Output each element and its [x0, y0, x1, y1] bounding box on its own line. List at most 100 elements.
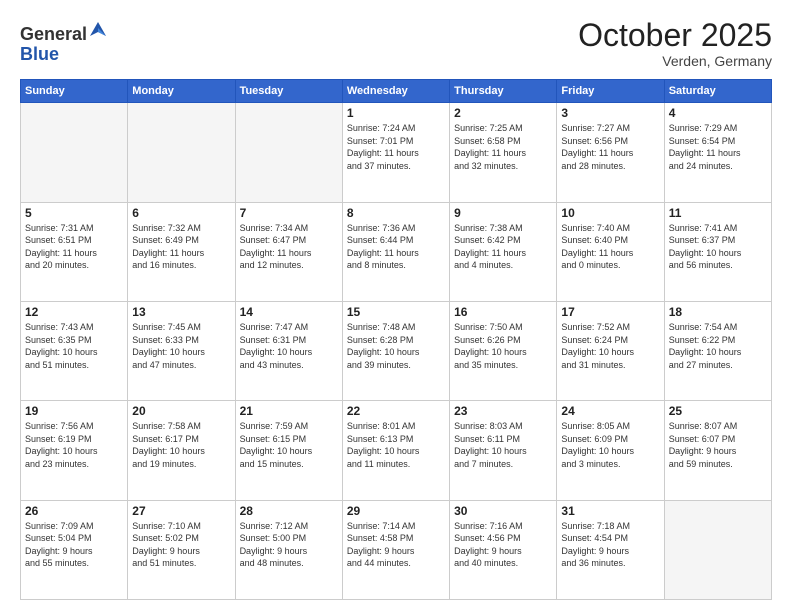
- day-info: Sunrise: 7:16 AM Sunset: 4:56 PM Dayligh…: [454, 520, 552, 570]
- week-row-1: 5 Sunrise: 7:31 AM Sunset: 6:51 PM Daylig…: [21, 202, 772, 301]
- calendar-cell: 24Sunrise: 8:05 AM Sunset: 6:09 PM Dayli…: [557, 401, 664, 500]
- day-number: 14: [240, 305, 338, 319]
- calendar-cell: [21, 103, 128, 202]
- week-row-3: 19 Sunrise: 7:56 AM Sunset: 6:19 PM Dayli…: [21, 401, 772, 500]
- calendar-cell: 27 Sunrise: 7:10 AM Sunset: 5:02 PM Dayli…: [128, 500, 235, 599]
- day-number: 2: [454, 106, 552, 120]
- day-info: Sunrise: 7:10 AM Sunset: 5:02 PM Dayligh…: [132, 520, 230, 570]
- day-info: Sunrise: 7:09 AM Sunset: 5:04 PM Dayligh…: [25, 520, 123, 570]
- day-info: Sunrise: 7:56 AM Sunset: 6:19 PM Dayligh…: [25, 420, 123, 470]
- day-number: 10: [561, 206, 659, 220]
- day-info: Sunrise: 7:47 AM Sunset: 6:31 PM Dayligh…: [240, 321, 338, 371]
- calendar-cell: 3 Sunrise: 7:27 AM Sunset: 6:56 PM Daylig…: [557, 103, 664, 202]
- calendar-cell: 6 Sunrise: 7:32 AM Sunset: 6:49 PM Daylig…: [128, 202, 235, 301]
- day-number: 29: [347, 504, 445, 518]
- calendar-cell: 25Sunrise: 8:07 AM Sunset: 6:07 PM Dayli…: [664, 401, 771, 500]
- day-number: 18: [669, 305, 767, 319]
- day-info: Sunrise: 7:31 AM Sunset: 6:51 PM Dayligh…: [25, 222, 123, 272]
- day-number: 15: [347, 305, 445, 319]
- day-info: Sunrise: 7:32 AM Sunset: 6:49 PM Dayligh…: [132, 222, 230, 272]
- day-number: 16: [454, 305, 552, 319]
- calendar-cell: 29 Sunrise: 7:14 AM Sunset: 4:58 PM Dayli…: [342, 500, 449, 599]
- calendar-cell: 15 Sunrise: 7:48 AM Sunset: 6:28 PM Dayli…: [342, 301, 449, 400]
- day-number: 23: [454, 404, 552, 418]
- day-info: Sunrise: 7:54 AM Sunset: 6:22 PM Dayligh…: [669, 321, 767, 371]
- logo: General Blue: [20, 18, 108, 65]
- day-info: Sunrise: 7:40 AM Sunset: 6:40 PM Dayligh…: [561, 222, 659, 272]
- weekday-header-monday: Monday: [128, 80, 235, 103]
- day-number: 3: [561, 106, 659, 120]
- day-info: Sunrise: 7:12 AM Sunset: 5:00 PM Dayligh…: [240, 520, 338, 570]
- week-row-2: 12 Sunrise: 7:43 AM Sunset: 6:35 PM Dayli…: [21, 301, 772, 400]
- day-number: 21: [240, 404, 338, 418]
- calendar-cell: 12 Sunrise: 7:43 AM Sunset: 6:35 PM Dayli…: [21, 301, 128, 400]
- calendar-cell: 20 Sunrise: 7:58 AM Sunset: 6:17 PM Dayli…: [128, 401, 235, 500]
- calendar-table: SundayMondayTuesdayWednesdayThursdayFrid…: [20, 79, 772, 600]
- calendar-cell: 17Sunrise: 7:52 AM Sunset: 6:24 PM Dayli…: [557, 301, 664, 400]
- day-info: Sunrise: 7:50 AM Sunset: 6:26 PM Dayligh…: [454, 321, 552, 371]
- day-number: 5: [25, 206, 123, 220]
- day-info: Sunrise: 8:07 AM Sunset: 6:07 PM Dayligh…: [669, 420, 767, 470]
- day-info: Sunrise: 7:38 AM Sunset: 6:42 PM Dayligh…: [454, 222, 552, 272]
- day-number: 22: [347, 404, 445, 418]
- day-number: 7: [240, 206, 338, 220]
- day-info: Sunrise: 8:01 AM Sunset: 6:13 PM Dayligh…: [347, 420, 445, 470]
- weekday-header-sunday: Sunday: [21, 80, 128, 103]
- calendar-cell: [128, 103, 235, 202]
- day-info: Sunrise: 7:25 AM Sunset: 6:58 PM Dayligh…: [454, 122, 552, 172]
- day-number: 1: [347, 106, 445, 120]
- day-info: Sunrise: 7:43 AM Sunset: 6:35 PM Dayligh…: [25, 321, 123, 371]
- day-info: Sunrise: 7:24 AM Sunset: 7:01 PM Dayligh…: [347, 122, 445, 172]
- day-number: 11: [669, 206, 767, 220]
- title-block: October 2025 Verden, Germany: [578, 18, 772, 69]
- day-info: Sunrise: 8:05 AM Sunset: 6:09 PM Dayligh…: [561, 420, 659, 470]
- day-info: Sunrise: 8:03 AM Sunset: 6:11 PM Dayligh…: [454, 420, 552, 470]
- calendar-cell: 16 Sunrise: 7:50 AM Sunset: 6:26 PM Dayli…: [450, 301, 557, 400]
- calendar-cell: [235, 103, 342, 202]
- calendar-cell: 4Sunrise: 7:29 AM Sunset: 6:54 PM Daylig…: [664, 103, 771, 202]
- day-info: Sunrise: 7:41 AM Sunset: 6:37 PM Dayligh…: [669, 222, 767, 272]
- calendar-cell: 14 Sunrise: 7:47 AM Sunset: 6:31 PM Dayli…: [235, 301, 342, 400]
- day-number: 20: [132, 404, 230, 418]
- day-info: Sunrise: 7:27 AM Sunset: 6:56 PM Dayligh…: [561, 122, 659, 172]
- calendar-cell: 10 Sunrise: 7:40 AM Sunset: 6:40 PM Dayli…: [557, 202, 664, 301]
- header: General Blue October 2025 Verden, German…: [20, 18, 772, 69]
- calendar-cell: 2 Sunrise: 7:25 AM Sunset: 6:58 PM Daylig…: [450, 103, 557, 202]
- calendar-cell: 28Sunrise: 7:12 AM Sunset: 5:00 PM Dayli…: [235, 500, 342, 599]
- day-number: 30: [454, 504, 552, 518]
- day-number: 19: [25, 404, 123, 418]
- weekday-header-friday: Friday: [557, 80, 664, 103]
- weekday-header-wednesday: Wednesday: [342, 80, 449, 103]
- day-number: 27: [132, 504, 230, 518]
- day-info: Sunrise: 7:58 AM Sunset: 6:17 PM Dayligh…: [132, 420, 230, 470]
- day-number: 8: [347, 206, 445, 220]
- page: General Blue October 2025 Verden, German…: [0, 0, 792, 612]
- day-info: Sunrise: 7:34 AM Sunset: 6:47 PM Dayligh…: [240, 222, 338, 272]
- day-number: 12: [25, 305, 123, 319]
- day-info: Sunrise: 7:48 AM Sunset: 6:28 PM Dayligh…: [347, 321, 445, 371]
- calendar-cell: 22 Sunrise: 8:01 AM Sunset: 6:13 PM Dayli…: [342, 401, 449, 500]
- calendar-cell: 18 Sunrise: 7:54 AM Sunset: 6:22 PM Dayli…: [664, 301, 771, 400]
- day-number: 9: [454, 206, 552, 220]
- week-row-4: 26Sunrise: 7:09 AM Sunset: 5:04 PM Dayli…: [21, 500, 772, 599]
- calendar-cell: 11 Sunrise: 7:41 AM Sunset: 6:37 PM Dayli…: [664, 202, 771, 301]
- calendar-cell: 7 Sunrise: 7:34 AM Sunset: 6:47 PM Daylig…: [235, 202, 342, 301]
- calendar-cell: 9 Sunrise: 7:38 AM Sunset: 6:42 PM Daylig…: [450, 202, 557, 301]
- calendar-cell: 13 Sunrise: 7:45 AM Sunset: 6:33 PM Dayli…: [128, 301, 235, 400]
- calendar-cell: 1 Sunrise: 7:24 AM Sunset: 7:01 PM Daylig…: [342, 103, 449, 202]
- logo-bird-icon: [88, 18, 108, 40]
- logo-text: General Blue: [20, 18, 108, 65]
- day-info: Sunrise: 7:52 AM Sunset: 6:24 PM Dayligh…: [561, 321, 659, 371]
- day-info: Sunrise: 7:14 AM Sunset: 4:58 PM Dayligh…: [347, 520, 445, 570]
- day-info: Sunrise: 7:59 AM Sunset: 6:15 PM Dayligh…: [240, 420, 338, 470]
- weekday-header-saturday: Saturday: [664, 80, 771, 103]
- weekday-header-row: SundayMondayTuesdayWednesdayThursdayFrid…: [21, 80, 772, 103]
- day-number: 6: [132, 206, 230, 220]
- day-number: 13: [132, 305, 230, 319]
- weekday-header-tuesday: Tuesday: [235, 80, 342, 103]
- day-info: Sunrise: 7:45 AM Sunset: 6:33 PM Dayligh…: [132, 321, 230, 371]
- calendar-cell: 31Sunrise: 7:18 AM Sunset: 4:54 PM Dayli…: [557, 500, 664, 599]
- calendar-cell: 5 Sunrise: 7:31 AM Sunset: 6:51 PM Daylig…: [21, 202, 128, 301]
- day-info: Sunrise: 7:18 AM Sunset: 4:54 PM Dayligh…: [561, 520, 659, 570]
- day-number: 4: [669, 106, 767, 120]
